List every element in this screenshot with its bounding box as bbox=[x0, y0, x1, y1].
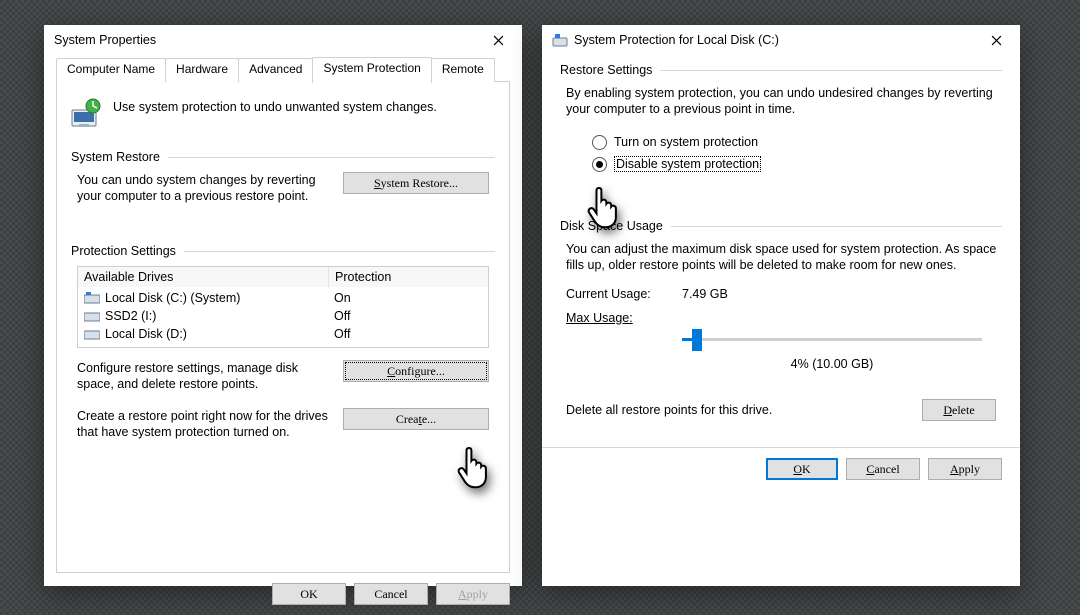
group-system-restore: System Restore You can undo system chang… bbox=[71, 150, 495, 204]
system-properties-window: System Properties Computer Name Hardware… bbox=[44, 25, 522, 586]
section-label: Restore Settings bbox=[560, 63, 652, 77]
tab-hardware[interactable]: Hardware bbox=[165, 58, 239, 82]
drives-table: Available Drives Protection Local Disk (… bbox=[77, 266, 489, 348]
table-row[interactable]: Local Disk (C:) (System) On bbox=[78, 289, 488, 307]
group-label: Protection Settings bbox=[71, 244, 176, 258]
create-desc: Create a restore point right now for the… bbox=[77, 408, 333, 440]
drive-icon bbox=[84, 328, 100, 340]
slider-value-label: 4% (10.00 GB) bbox=[682, 357, 982, 371]
radio-turn-on[interactable]: Turn on system protection bbox=[592, 131, 1002, 153]
system-protection-config-window: System Protection for Local Disk (C:) Re… bbox=[542, 25, 1020, 586]
close-icon[interactable] bbox=[480, 26, 516, 54]
table-header: Available Drives Protection bbox=[78, 267, 488, 287]
hero-text: Use system protection to undo unwanted s… bbox=[113, 94, 437, 114]
slider-thumb[interactable] bbox=[692, 329, 702, 351]
radio-icon bbox=[592, 157, 607, 172]
group-protection-settings: Protection Settings Available Drives Pro… bbox=[71, 244, 495, 440]
section-label: Disk Space Usage bbox=[560, 219, 663, 233]
dialog-buttons: OK Cancel Apply bbox=[56, 583, 510, 605]
tab-strip: Computer Name Hardware Advanced System P… bbox=[56, 57, 510, 82]
max-usage-label: Max Usage: bbox=[566, 311, 682, 325]
max-usage-slider[interactable] bbox=[682, 327, 982, 355]
system-restore-button[interactable]: System Restore... bbox=[343, 172, 489, 194]
close-icon[interactable] bbox=[978, 26, 1014, 54]
window-title: System Properties bbox=[54, 33, 156, 47]
table-row[interactable]: Local Disk (D:) Off bbox=[78, 325, 488, 343]
tab-panel: Use system protection to undo unwanted s… bbox=[56, 82, 510, 573]
titlebar[interactable]: System Properties bbox=[44, 25, 522, 55]
dialog-buttons: OK Cancel Apply bbox=[542, 447, 1020, 480]
create-button[interactable]: Create... bbox=[343, 408, 489, 430]
cancel-button[interactable]: Cancel bbox=[846, 458, 920, 480]
tab-remote[interactable]: Remote bbox=[431, 58, 495, 82]
table-row[interactable]: SSD2 (I:) Off bbox=[78, 307, 488, 325]
apply-button[interactable]: Apply bbox=[928, 458, 1002, 480]
tab-system-protection[interactable]: System Protection bbox=[312, 57, 431, 83]
current-usage-value: 7.49 GB bbox=[682, 287, 728, 301]
delete-desc: Delete all restore points for this drive… bbox=[566, 403, 908, 417]
current-usage-label: Current Usage: bbox=[566, 287, 682, 301]
section-disk-space: Disk Space Usage You can adjust the maxi… bbox=[560, 219, 1002, 421]
disk-desc: You can adjust the maximum disk space us… bbox=[566, 241, 1002, 273]
ok-button[interactable]: OK bbox=[272, 583, 346, 605]
radio-disable[interactable]: Disable system protection bbox=[592, 153, 1002, 175]
restore-desc: By enabling system protection, you can u… bbox=[566, 85, 1002, 117]
restore-desc: You can undo system changes by reverting… bbox=[77, 172, 333, 204]
system-protection-icon bbox=[69, 96, 103, 130]
configure-button[interactable]: Configure... bbox=[343, 360, 489, 382]
configure-desc: Configure restore settings, manage disk … bbox=[77, 360, 333, 392]
delete-button[interactable]: Delete bbox=[922, 399, 996, 421]
group-label: System Restore bbox=[71, 150, 160, 164]
cancel-button[interactable]: Cancel bbox=[354, 583, 428, 605]
drive-icon bbox=[84, 292, 100, 304]
drive-icon bbox=[84, 310, 100, 322]
tab-computer-name[interactable]: Computer Name bbox=[56, 58, 166, 82]
window-title: System Protection for Local Disk (C:) bbox=[574, 33, 779, 47]
titlebar[interactable]: System Protection for Local Disk (C:) bbox=[542, 25, 1020, 55]
radio-icon bbox=[592, 135, 607, 150]
tab-advanced[interactable]: Advanced bbox=[238, 58, 313, 82]
section-restore-settings: Restore Settings By enabling system prot… bbox=[560, 63, 1002, 175]
apply-button[interactable]: Apply bbox=[436, 583, 510, 605]
drive-icon bbox=[552, 32, 568, 48]
ok-button[interactable]: OK bbox=[766, 458, 838, 480]
